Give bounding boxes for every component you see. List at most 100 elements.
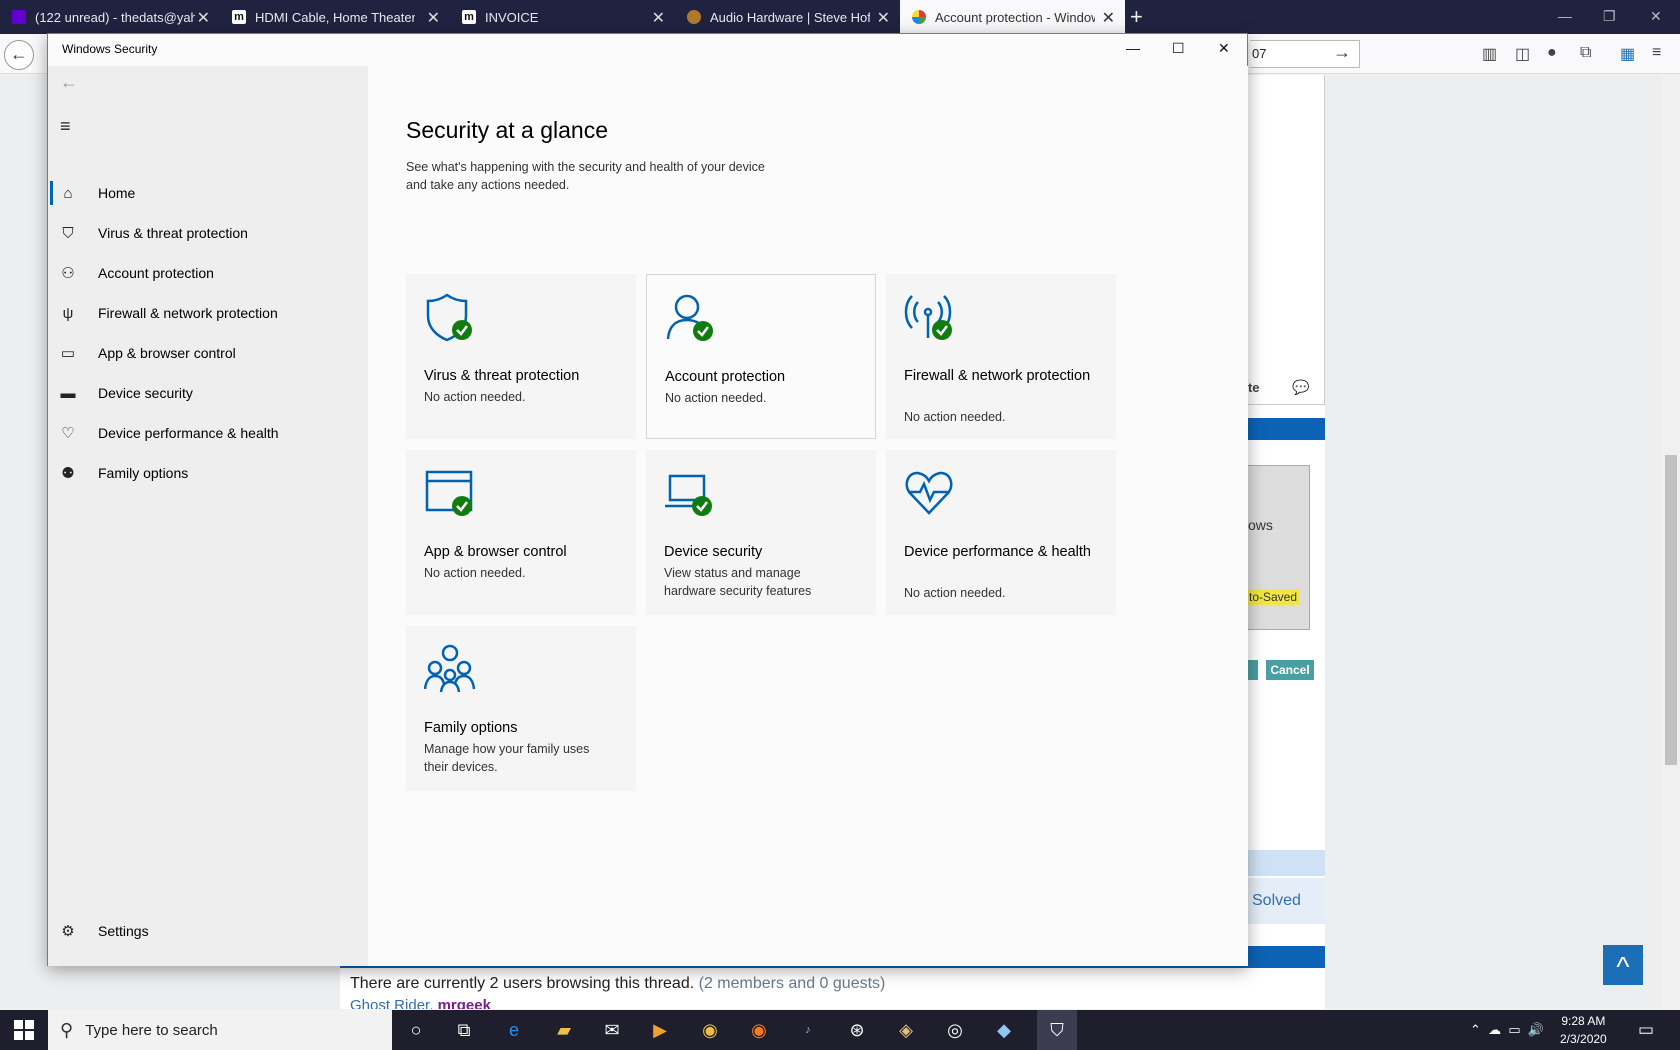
browser-close-icon[interactable]: ✕ — [1650, 8, 1662, 25]
hamburger-menu-icon[interactable]: ≡ — [60, 116, 71, 137]
shield-check-icon — [426, 293, 472, 342]
close-tab-icon[interactable]: ✕ — [877, 8, 890, 28]
card-account-protection[interactable]: Account protection No action needed. — [646, 274, 876, 439]
app-icon-4[interactable]: ◆ — [992, 1018, 1016, 1042]
laptop-check-icon — [665, 474, 712, 516]
amazon-music-icon[interactable]: ♪ — [796, 1018, 820, 1042]
family-icon — [424, 644, 476, 693]
card-firewall[interactable]: Firewall & network protection No action … — [886, 274, 1116, 439]
cancel-button[interactable]: Cancel — [1266, 660, 1314, 680]
close-tab-icon[interactable]: ✕ — [197, 8, 210, 28]
browser-tab-hdmi-cable[interactable]: m HDMI Cable, Home Theater Accessories ✕ — [220, 0, 450, 34]
close-icon[interactable]: ✕ — [1218, 40, 1230, 57]
windows-security-taskbar-icon[interactable]: ⛉ — [1037, 1010, 1077, 1050]
minimize-icon[interactable]: — — [1126, 40, 1140, 56]
edge-icon[interactable]: e — [502, 1018, 526, 1042]
clock[interactable]: 9:28 AM 2/3/2020 — [1560, 1012, 1607, 1048]
background-light-bar — [1240, 850, 1325, 876]
windows-security-window: Windows Security — ☐ ✕ ← ≡ ⌂ Home ⛉ Viru… — [47, 33, 1248, 966]
page-title: Security at a glance — [406, 117, 609, 143]
browser-tab-yahoo-mail[interactable]: (122 unread) - thedats@yahoo.com ✕ — [0, 0, 220, 34]
windows-start-icon[interactable] — [14, 1020, 34, 1040]
background-post-panel: ote 💬 — [1240, 75, 1325, 405]
browser-back-button[interactable]: ← — [4, 40, 34, 70]
close-tab-icon[interactable]: ✕ — [427, 8, 440, 28]
browser-tab-account-protection[interactable]: Account protection - Windows Security ✕ — [900, 0, 1125, 34]
card-app-browser[interactable]: App & browser control No action needed. — [406, 450, 636, 615]
sidebar-item-settings[interactable]: ⚙ Settings — [48, 913, 368, 949]
sidebar-item-device-performance[interactable]: ♡ Device performance & health — [48, 415, 368, 451]
mail-icon[interactable]: ✉ — [600, 1018, 624, 1042]
system-tray-icons[interactable]: ⌃ ☁ ▭ 🔊 — [1470, 1022, 1544, 1038]
sidebar-item-app-browser[interactable]: ▭ App & browser control — [48, 335, 368, 371]
sidebar-item-firewall[interactable]: ψ Firewall & network protection — [48, 295, 368, 331]
sidebar-item-virus-threat[interactable]: ⛉ Virus & threat protection — [48, 215, 368, 251]
background-editor-box[interactable] — [1240, 465, 1310, 630]
taskbar: ⚲ Type here to search ○ ⧉ e ▰ ✉ ▶ ◉ ◉ ♪ … — [0, 1010, 1680, 1050]
sync-icon[interactable]: ⧉ — [1580, 44, 1591, 62]
notifications-icon[interactable]: ▭ — [1638, 1020, 1654, 1040]
sidebar-item-account-protection[interactable]: ⚇ Account protection — [48, 255, 368, 291]
yahoo-mail-icon — [12, 10, 26, 24]
menu-icon[interactable]: ≡ — [1652, 44, 1661, 62]
laptop-icon: ▬ — [60, 384, 76, 402]
family-icon: ⚉ — [61, 465, 75, 482]
close-tab-icon[interactable]: ✕ — [1102, 8, 1115, 28]
browser-tab-audio-hardware[interactable]: Audio Hardware | Steve Hoffman ✕ — [675, 0, 900, 34]
sidebar-item-family-options[interactable]: ⚉ Family options — [48, 455, 368, 491]
windows-security-favicon — [912, 10, 926, 24]
app-icon[interactable]: ⊛ — [845, 1018, 869, 1042]
antenna-icon: ψ — [62, 304, 74, 322]
person-check-icon — [666, 294, 713, 341]
browser-window-check-icon — [425, 470, 473, 516]
cortana-icon[interactable]: ○ — [404, 1018, 428, 1042]
page-scrollbar-thumb[interactable] — [1665, 455, 1677, 765]
sidebar-item-home[interactable]: ⌂ Home — [48, 175, 368, 211]
heart-icon: ♡ — [61, 425, 75, 442]
account-icon[interactable]: ● — [1547, 44, 1557, 62]
browser-restore-icon[interactable]: ❐ — [1603, 8, 1616, 25]
sidebar-icon[interactable]: ◫ — [1515, 44, 1530, 64]
sidebar-item-device-security[interactable]: ▬ Device security — [48, 375, 368, 411]
library-icon[interactable]: ▥ — [1482, 44, 1497, 64]
antenna-check-icon — [904, 295, 952, 340]
gear-icon: ⚙ — [61, 923, 75, 940]
task-view-icon[interactable]: ⧉ — [452, 1018, 476, 1042]
card-device-security[interactable]: Device security View status and manage h… — [646, 450, 876, 615]
steve-hoffman-forum-icon — [687, 10, 701, 24]
main-content: Security at a glance See what's happenin… — [368, 66, 1248, 966]
solved-label[interactable]: Solved — [1240, 878, 1325, 924]
background-blue-bar — [1240, 418, 1325, 440]
heart-pulse-icon — [905, 471, 953, 515]
autosaved-badge: to-Saved — [1246, 589, 1301, 605]
new-tab-button[interactable]: + — [1130, 4, 1143, 30]
file-explorer-icon[interactable]: ▰ — [552, 1018, 576, 1042]
app-icon-2[interactable]: ◈ — [894, 1018, 918, 1042]
browser-tab-invoice[interactable]: m INVOICE ✕ — [450, 0, 675, 34]
card-family-options[interactable]: Family options Manage how your family us… — [406, 626, 636, 791]
reply-icon[interactable]: 💬 — [1292, 379, 1309, 396]
monoprice-icon: m — [462, 10, 476, 24]
browser-window-icon: ▭ — [60, 345, 76, 362]
go-arrow-icon[interactable]: → — [1333, 42, 1351, 63]
monoprice-icon: m — [232, 10, 246, 24]
window-title: Windows Security — [62, 42, 158, 56]
browser-tab-bar: (122 unread) - thedats@yahoo.com ✕ m HDM… — [0, 0, 1680, 34]
shield-icon: ⛉ — [62, 224, 74, 242]
sidebar: ← ≡ ⌂ Home ⛉ Virus & threat protection ⚇… — [48, 66, 368, 966]
extensions-icon[interactable]: ▦ — [1620, 44, 1635, 64]
close-tab-icon[interactable]: ✕ — [652, 8, 665, 28]
app-icon-3[interactable]: ◎ — [943, 1018, 967, 1042]
taskbar-search-box[interactable]: ⚲ Type here to search — [48, 1010, 392, 1050]
back-arrow-icon[interactable]: ← — [60, 72, 78, 93]
scroll-to-top-button[interactable]: ^ — [1603, 945, 1643, 985]
users-list: Ghost Rider, mrgeek — [350, 997, 491, 1009]
firefox-icon[interactable]: ◉ — [747, 1018, 771, 1042]
card-device-performance[interactable]: Device performance & health No action ne… — [886, 450, 1116, 615]
browser-minimize-icon[interactable]: — — [1558, 8, 1572, 24]
media-player-icon[interactable]: ▶ — [648, 1018, 672, 1042]
maximize-icon[interactable]: ☐ — [1172, 40, 1185, 57]
editor-text-fragment: ows — [1248, 517, 1273, 533]
chrome-icon[interactable]: ◉ — [698, 1018, 722, 1042]
card-virus-threat[interactable]: Virus & threat protection No action need… — [406, 274, 636, 439]
